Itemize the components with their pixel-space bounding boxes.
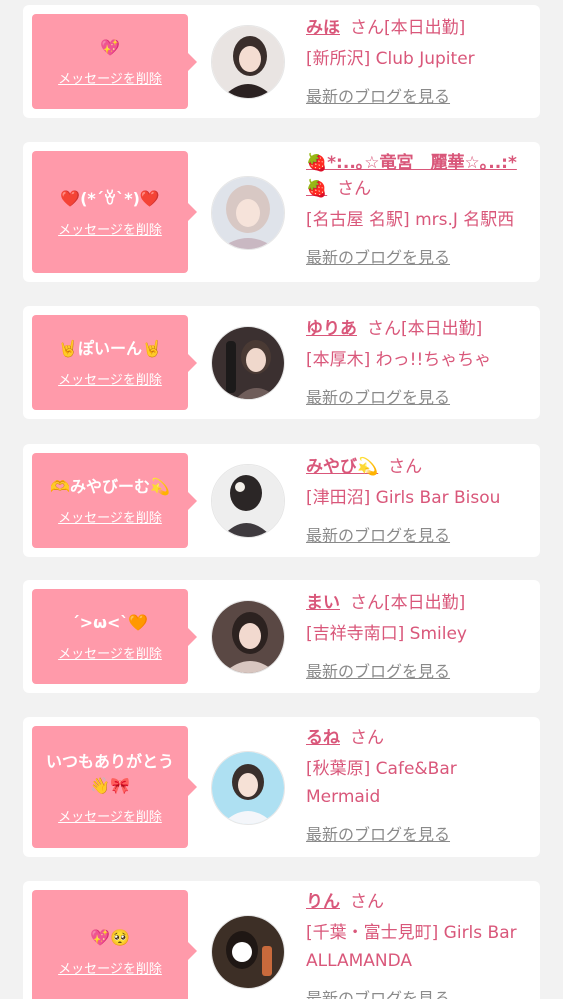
cast-name-link[interactable]: りん — [306, 892, 340, 912]
message-text: 💖 — [100, 38, 120, 57]
latest-blog-link[interactable]: 最新のブログを見る — [306, 83, 534, 107]
cast-name-link[interactable]: まい — [306, 593, 340, 613]
message-text: 🤘ぽいーん🤘 — [58, 339, 162, 358]
shop-info: [吉祥寺南口] Smiley — [306, 624, 467, 644]
cast-info: みほ さん[本日出勤] [新所沢] Club Jupiter 最新のブログを見る — [306, 15, 534, 107]
message-bubble: 🤘ぽいーん🤘 メッセージを削除 — [32, 315, 197, 410]
shop-info: [津田沼] Girls Bar Bisou — [306, 488, 501, 508]
message-card: ´>ω<`🧡 メッセージを削除 まい さん[本日出勤] [吉祥寺南口] Smile… — [23, 580, 540, 693]
honorific: さん — [350, 593, 384, 613]
delete-message-link[interactable]: メッセージを削除 — [58, 219, 162, 238]
honorific: さん — [337, 179, 372, 199]
message-bubble: 💖🥺 メッセージを削除 — [32, 890, 197, 999]
cast-name-link[interactable]: みやび💫 — [306, 457, 378, 477]
message-bubble: ❤️(*´ꈊ`*)❤️ メッセージを削除 — [32, 151, 197, 273]
latest-blog-link[interactable]: 最新のブログを見る — [306, 821, 534, 845]
girl-photo-icon — [212, 177, 284, 249]
message-text: 🫶みやびーむ💫 — [50, 477, 170, 496]
honorific: さん — [350, 728, 384, 748]
delete-message-link[interactable]: メッセージを削除 — [58, 68, 162, 87]
message-card: ❤️(*´ꈊ`*)❤️ メッセージを削除 🍓*:..｡☆竜宮 麗華☆｡..:*🍓… — [23, 142, 540, 282]
avatar[interactable] — [211, 464, 285, 538]
cast-info: まい さん[本日出勤] [吉祥寺南口] Smiley 最新のブログを見る — [306, 590, 534, 682]
cast-name-link[interactable]: るね — [306, 728, 340, 748]
honorific: さん — [388, 457, 423, 477]
message-list: 💖 メッセージを削除 みほ さん[本日出勤] [新所沢] Club Jupiter… — [0, 0, 563, 999]
status-label: [本日出勤] — [401, 319, 483, 339]
cast-name-link[interactable]: ゆりあ — [306, 319, 357, 339]
avatar[interactable] — [211, 25, 285, 99]
delete-message-link[interactable]: メッセージを削除 — [58, 369, 162, 388]
girl-photo-icon — [212, 465, 284, 537]
shop-info: [秋葉原] Cafe&Bar Mermaid — [306, 759, 457, 807]
cast-name-link[interactable]: みほ — [306, 18, 340, 38]
delete-message-link[interactable]: メッセージを削除 — [58, 507, 162, 526]
message-text: 💖🥺 — [90, 927, 130, 947]
cast-info: るね さん [秋葉原] Cafe&Bar Mermaid 最新のブログを見る — [306, 725, 534, 845]
shop-info: [新所沢] Club Jupiter — [306, 49, 475, 69]
latest-blog-link[interactable]: 最新のブログを見る — [306, 522, 534, 546]
message-card: 🤘ぽいーん🤘 メッセージを削除 ゆりあ さん[本日出勤] [本厚木] わっ!!ちゃ… — [23, 306, 540, 419]
girl-photo-icon — [212, 916, 284, 988]
message-bubble: 🫶みやびーむ💫 メッセージを削除 — [32, 453, 197, 548]
message-text: ´>ω<`🧡 — [71, 613, 149, 632]
shop-info: [名古屋 名駅] mrs.J 名駅西 — [306, 210, 515, 230]
latest-blog-link[interactable]: 最新のブログを見る — [306, 985, 534, 999]
message-card: いつもありがとう👋🎀 メッセージを削除 るね さん [秋葉原] Cafe&Bar … — [23, 717, 540, 857]
message-card: 💖 メッセージを削除 みほ さん[本日出勤] [新所沢] Club Jupiter… — [23, 5, 540, 118]
delete-message-link[interactable]: メッセージを削除 — [58, 958, 162, 977]
delete-message-link[interactable]: メッセージを削除 — [58, 643, 162, 662]
message-bubble: ´>ω<`🧡 メッセージを削除 — [32, 589, 197, 684]
cast-info: りん さん [千葉・富士見町] Girls Bar ALLAMANDA 最新のブロ… — [306, 889, 534, 999]
delete-message-link[interactable]: メッセージを削除 — [58, 806, 162, 825]
avatar[interactable] — [211, 751, 285, 825]
girl-photo-icon — [212, 601, 284, 673]
status-label: [本日出勤] — [384, 18, 466, 38]
cast-info: みやび💫 さん [津田沼] Girls Bar Bisou 最新のブログを見る — [306, 454, 534, 546]
message-text: いつもありがとう👋🎀 — [45, 751, 174, 795]
avatar[interactable] — [211, 600, 285, 674]
avatar[interactable] — [211, 176, 285, 250]
message-bubble: いつもありがとう👋🎀 メッセージを削除 — [32, 726, 197, 848]
message-card: 🫶みやびーむ💫 メッセージを削除 みやび💫 さん [津田沼] Girls Bar … — [23, 444, 540, 557]
shop-info: [本厚木] わっ!!ちゃちゃ — [306, 350, 492, 370]
honorific: さん — [350, 892, 384, 912]
cast-info: ゆりあ さん[本日出勤] [本厚木] わっ!!ちゃちゃ 最新のブログを見る — [306, 316, 534, 408]
honorific: さん — [350, 18, 384, 38]
latest-blog-link[interactable]: 最新のブログを見る — [306, 244, 534, 268]
message-text: ❤️(*´ꈊ`*)❤️ — [60, 188, 160, 208]
latest-blog-link[interactable]: 最新のブログを見る — [306, 658, 534, 682]
girl-photo-icon — [212, 327, 284, 399]
message-bubble: 💖 メッセージを削除 — [32, 14, 197, 109]
cast-info: 🍓*:..｡☆竜宮 麗華☆｡..:*🍓 さん [名古屋 名駅] mrs.J 名駅西… — [306, 150, 534, 268]
honorific: さん — [367, 319, 401, 339]
avatar[interactable] — [211, 326, 285, 400]
status-label: [本日出勤] — [384, 593, 466, 613]
girl-photo-icon — [212, 26, 284, 98]
avatar[interactable] — [211, 915, 285, 989]
latest-blog-link[interactable]: 最新のブログを見る — [306, 384, 534, 408]
message-card: 💖🥺 メッセージを削除 りん さん [千葉・富士見町] Girls Bar ALL… — [23, 881, 540, 999]
girl-photo-icon — [212, 752, 284, 824]
shop-info: [千葉・富士見町] Girls Bar ALLAMANDA — [306, 923, 517, 971]
